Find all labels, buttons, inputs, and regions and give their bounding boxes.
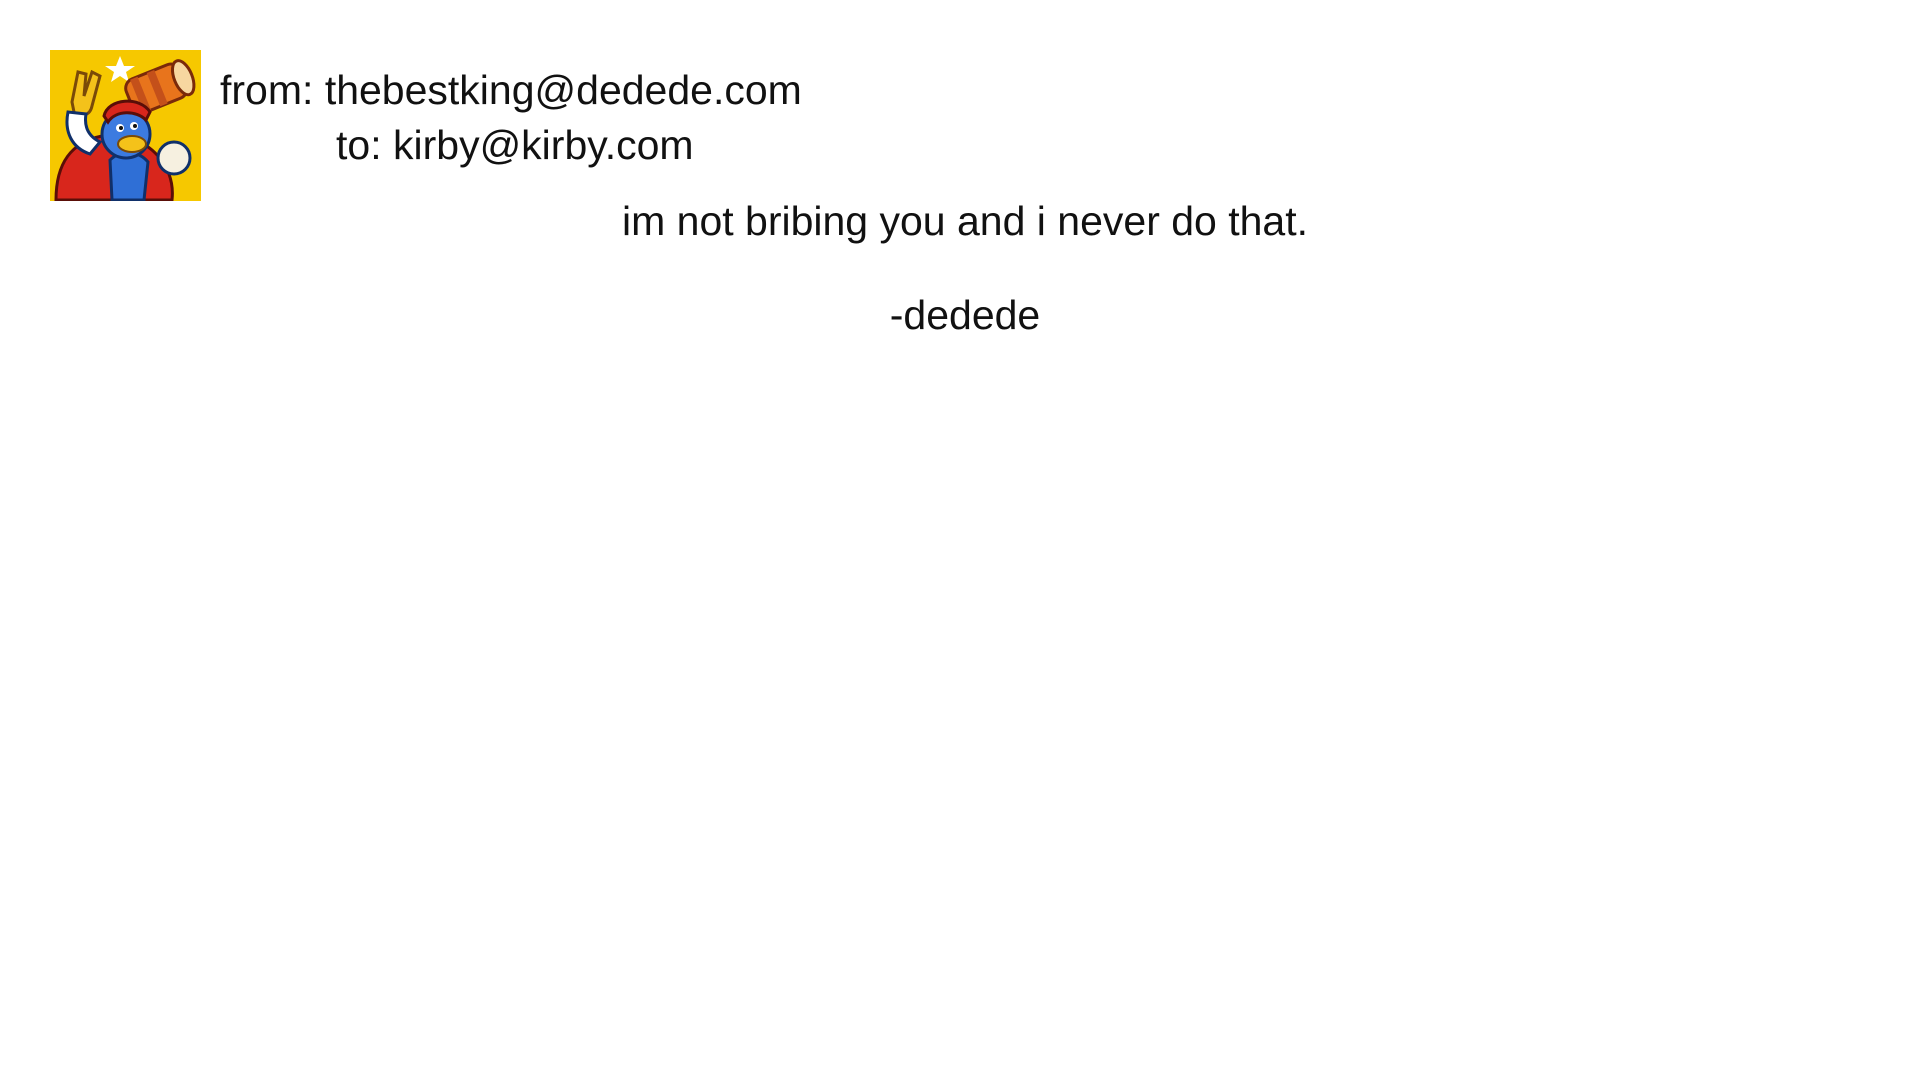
to-line: to: kirby@kirby.com [336,125,694,166]
message-body: im not bribing you and i never do that. [621,198,1309,244]
from-line: from: thebestking@dedede.com [220,70,802,111]
signature: -dedede [889,292,1041,338]
to-address[interactable]: kirby@kirby.com [393,122,694,168]
to-label: to: [336,122,382,168]
king-dedede-avatar-icon [50,50,201,201]
from-label: from: [220,67,314,113]
sender-avatar-icon[interactable] [50,50,201,201]
email-view: from: thebestking@dedede.com to: kirby@k… [0,0,1920,1080]
from-address[interactable]: thebestking@dedede.com [325,67,802,113]
